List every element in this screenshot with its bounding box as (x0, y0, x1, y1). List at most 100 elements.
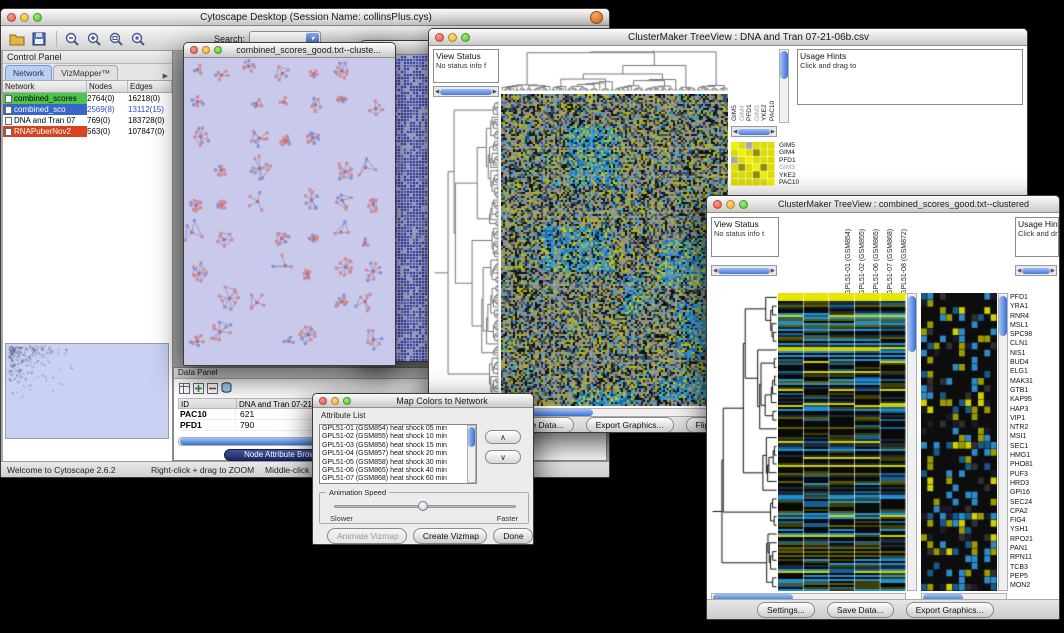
network-row[interactable]: combined_scores 2764(0) 16218(0) (3, 93, 172, 104)
gene-label[interactable]: HMG1 (1010, 451, 1033, 460)
scroll-left-icon[interactable]: ◀ (733, 129, 737, 135)
gene-label[interactable]: PHO81 (1010, 460, 1033, 469)
gene-label[interactable]: SEC24 (1010, 498, 1033, 507)
gene-label[interactable]: PAN1 (1010, 544, 1033, 553)
scrollbar-thumb[interactable] (440, 89, 492, 95)
labels-vscrollbar[interactable] (779, 49, 789, 123)
gene-label[interactable]: GPI16 (1010, 488, 1033, 497)
create-vizmap-button[interactable]: Create Vizmap (413, 528, 487, 544)
gene-label[interactable]: MON2 (1010, 581, 1033, 590)
list-vscrollbar[interactable] (467, 425, 476, 483)
gene-label[interactable]: RPO21 (1010, 535, 1033, 544)
save-icon[interactable] (29, 29, 49, 48)
expression-heatmap-canvas[interactable] (778, 293, 906, 591)
gene-label[interactable]: YSH1 (1010, 525, 1033, 534)
gene-label[interactable]: CLN1 (1010, 339, 1033, 348)
attribute-column-header[interactable]: ID (179, 399, 237, 408)
gene-label[interactable]: RPN11 (1010, 553, 1033, 562)
scroll-right-icon[interactable]: ▶ (493, 89, 497, 95)
done-button[interactable]: Done (493, 528, 533, 544)
scroll-right-icon[interactable]: ▶ (771, 268, 775, 274)
create-attribute-icon[interactable] (192, 382, 204, 394)
gene-label[interactable]: HAP3 (1010, 405, 1033, 414)
gene-label[interactable]: TCB3 (1010, 563, 1033, 572)
gene-label[interactable]: FIG4 (1010, 516, 1033, 525)
gene-label[interactable]: KAP95 (1010, 395, 1033, 404)
attribute-item[interactable]: GPL51-01 (GSM854) heat shock 05 min (320, 425, 476, 433)
window-controls[interactable] (190, 46, 222, 54)
expression-heatmap-canvas[interactable] (501, 94, 728, 406)
treeview-button[interactable]: Export Graphics... (906, 602, 994, 618)
scroll-right-icon[interactable]: ▶ (1051, 268, 1055, 274)
gene-label[interactable]: YRA1 (1010, 302, 1033, 311)
treeview-combined-titlebar[interactable]: ClusterMaker TreeView : combined_scores_… (707, 196, 1059, 213)
gene-dendrogram-canvas[interactable] (433, 101, 499, 406)
select-attributes-icon[interactable] (178, 382, 190, 394)
gene-label[interactable]: MSI1 (1010, 432, 1033, 441)
zoom-fit-icon[interactable] (106, 29, 126, 48)
window-controls[interactable] (713, 200, 748, 209)
network-column-header[interactable]: Network (3, 81, 87, 92)
delete-attribute-icon[interactable] (206, 382, 218, 394)
array-dendrogram-canvas[interactable] (501, 49, 728, 91)
speed-slider-thumb[interactable] (418, 501, 428, 511)
scrollbar-thumb[interactable] (908, 296, 916, 352)
gene-label[interactable]: MSL1 (1010, 321, 1033, 330)
tab-overflow-icon[interactable]: ▶ (159, 72, 172, 80)
gene-label[interactable]: PEP5 (1010, 572, 1033, 581)
heatmap-vscrollbar[interactable] (907, 293, 917, 591)
gene-label[interactable]: PFD1 (1010, 293, 1033, 302)
gene-label[interactable]: CPA2 (1010, 507, 1033, 516)
attribute-item[interactable]: GPL51-04 (GSM857) heat shock 20 min (320, 450, 476, 458)
open-folder-icon[interactable] (7, 29, 27, 48)
attribute-item[interactable]: GPL51-03 (GSM856) heat shock 15 min (320, 442, 476, 450)
scrollbar-thumb[interactable] (738, 129, 770, 135)
secondary-heatmap-canvas[interactable] (921, 293, 997, 591)
network-column-header[interactable]: Nodes (87, 81, 128, 92)
tree-nav-scrollbar[interactable]: ◀ ▶ (433, 86, 499, 97)
scroll-right-icon[interactable]: ▶ (771, 129, 775, 135)
network-row[interactable]: RNAPuberNov2 563(0) 107847(0) (3, 126, 172, 137)
scrollbar-thumb[interactable] (999, 296, 1007, 336)
network-overview-canvas[interactable] (6, 344, 168, 438)
network-row[interactable]: DNA and Tran 07 769(0) 183728(0) (3, 115, 172, 126)
attribute-db-icon[interactable] (220, 382, 232, 394)
network-view-titlebar[interactable]: combined_scores_good.txt--cluste... (184, 43, 395, 58)
dialog-titlebar[interactable]: Map Colors to Network (313, 394, 533, 408)
zoom-out-icon[interactable] (62, 29, 82, 48)
control-panel-tab[interactable]: Network (5, 65, 52, 80)
treeview-button[interactable]: Export Graphics... (586, 417, 674, 433)
scrollbar-thumb[interactable] (718, 268, 770, 274)
window-controls[interactable] (7, 13, 42, 22)
gene-label[interactable]: SEC1 (1010, 442, 1033, 451)
attribute-item[interactable]: GPL51-07 (GSM868) heat shock 60 min (320, 475, 476, 483)
move-up-button[interactable]: ∧ (485, 430, 521, 444)
gene-label[interactable]: HRD3 (1010, 479, 1033, 488)
window-controls[interactable] (319, 397, 351, 405)
gene-label[interactable]: NIS1 (1010, 349, 1033, 358)
gene-label[interactable]: ELG1 (1010, 367, 1033, 376)
scroll-left-icon[interactable]: ◀ (1017, 268, 1021, 274)
network-row[interactable]: combined_sco 2569(8) 13112(15) (3, 104, 172, 115)
secondary-vscrollbar[interactable] (998, 293, 1008, 591)
gene-dendrogram-canvas[interactable] (711, 293, 777, 591)
treeview-button[interactable]: Save Data... (827, 602, 894, 618)
scrollbar-thumb[interactable] (780, 51, 788, 79)
matrix-nav-scrollbar[interactable]: ◀ ▶ (731, 126, 777, 137)
tree-nav-scrollbar[interactable]: ◀ ▶ (711, 265, 777, 276)
labels-nav-scrollbar[interactable]: ◀ ▶ (1015, 265, 1057, 276)
control-panel-tab[interactable]: VizMapper™ (53, 65, 118, 80)
gene-label[interactable]: GTB1 (1010, 386, 1033, 395)
zoom-selected-icon[interactable] (128, 29, 148, 48)
scrollbar-thumb[interactable] (468, 427, 475, 447)
treeview-dna-titlebar[interactable]: ClusterMaker TreeView : DNA and Tran 07-… (429, 29, 1027, 46)
gene-label[interactable]: SPC98 (1010, 330, 1033, 339)
gene-label[interactable]: BUD4 (1010, 358, 1033, 367)
gene-label[interactable]: MAK31 (1010, 377, 1033, 386)
network-view-canvas[interactable] (184, 58, 395, 366)
correlation-matrix-canvas[interactable] (731, 142, 775, 186)
scroll-left-icon[interactable]: ◀ (435, 89, 439, 95)
gene-label[interactable]: VIP1 (1010, 414, 1033, 423)
network-column-header[interactable]: Edges (128, 81, 172, 92)
attribute-item[interactable]: GPL51-06 (GSM865) heat shock 40 min (320, 467, 476, 475)
